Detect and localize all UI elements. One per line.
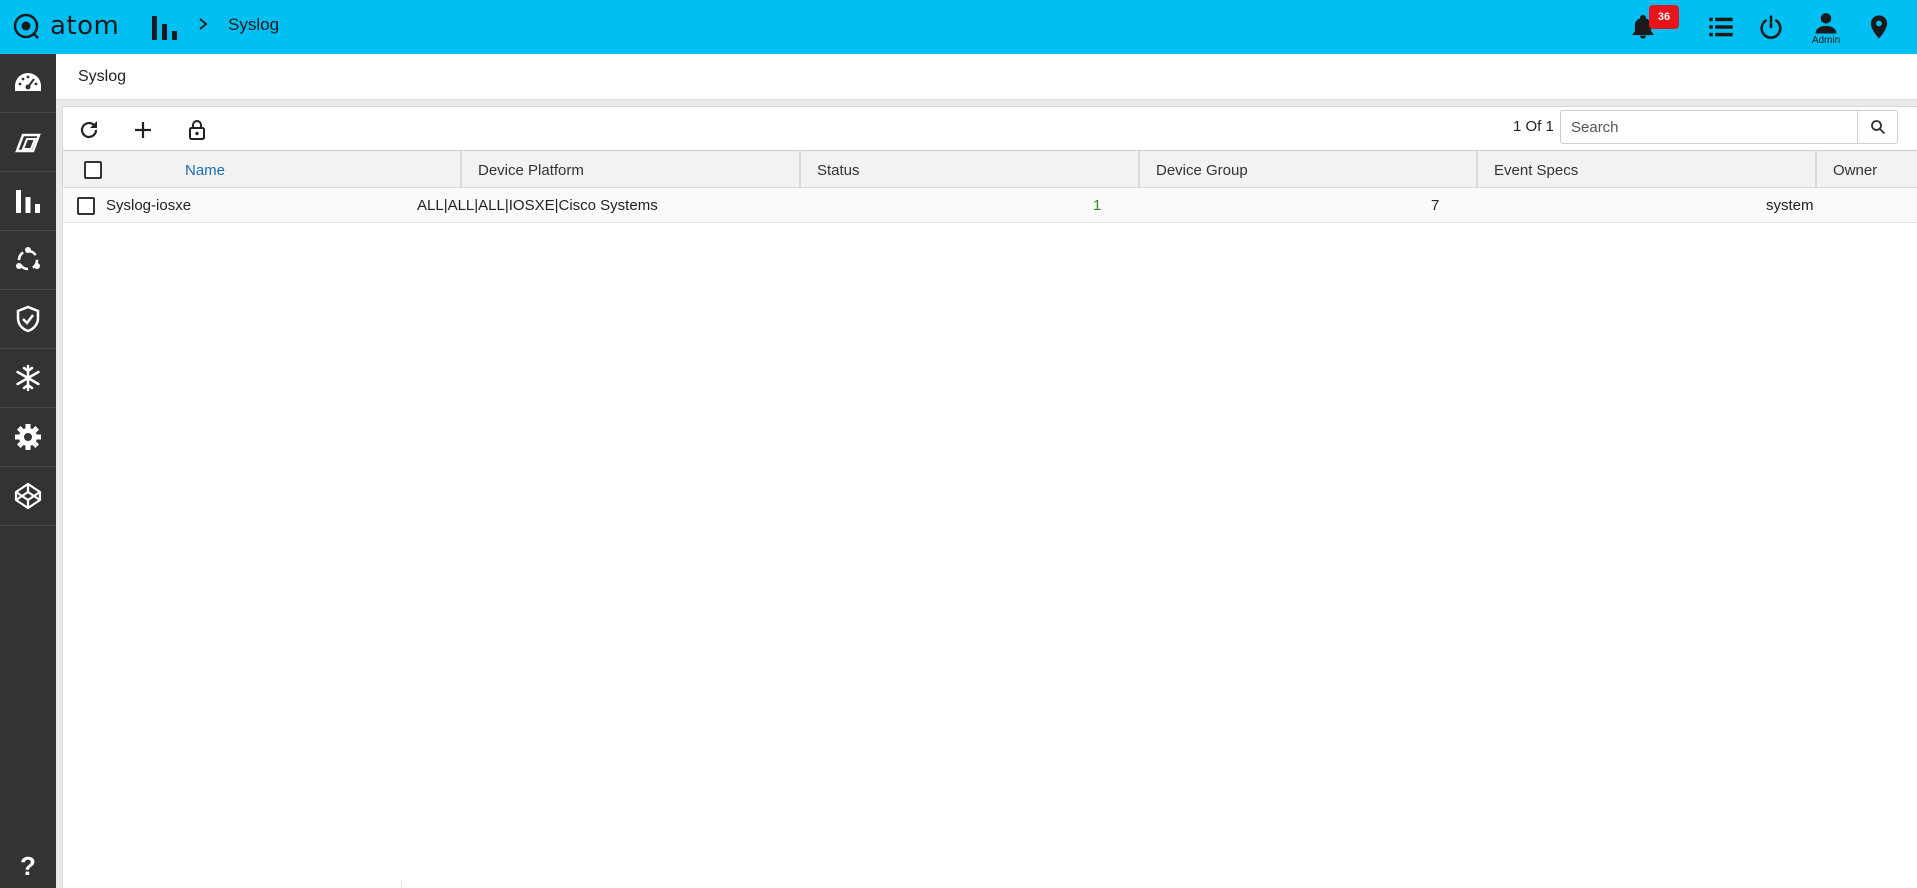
table-row[interactable]: Syslog-iosxe ALL|ALL|ALL|IOSXE|Cisco Sys…: [63, 188, 1917, 223]
search-icon: [1870, 120, 1885, 135]
page-header: Syslog: [56, 54, 1917, 100]
user-label: Admin: [1811, 35, 1841, 46]
row-checkbox[interactable]: [77, 196, 95, 215]
search-button[interactable]: [1858, 110, 1898, 144]
cell-event-specs: 7: [1431, 197, 1440, 214]
sidebar-item-dashboard[interactable]: [0, 54, 56, 113]
analytics-icon[interactable]: [150, 12, 180, 42]
table-header: Name Device Platform Status Device Group…: [63, 150, 1917, 189]
column-header-owner[interactable]: Owner: [1819, 151, 1917, 189]
column-header-device-group[interactable]: Device Group: [1142, 151, 1478, 189]
plus-icon: [135, 122, 151, 138]
atom-logo-icon: [13, 13, 39, 39]
sidebar-item-analytics[interactable]: [0, 172, 56, 231]
sidebar-item-devices[interactable]: [0, 113, 56, 172]
app-logo[interactable]: atom: [12, 11, 120, 41]
sidebar-item-integrations[interactable]: [0, 467, 56, 526]
cell-device-platform: ALL|ALL|ALL|IOSXE|Cisco Systems: [417, 197, 658, 214]
notification-badge: 36: [1649, 5, 1679, 29]
search-input[interactable]: [1560, 110, 1858, 144]
sidebar-item-network[interactable]: [0, 231, 56, 290]
sidebar-item-security[interactable]: [0, 290, 56, 349]
codepen-icon: [14, 482, 42, 510]
content-panel: 1 Of 1 Name Device Platform Status Devic…: [62, 106, 1917, 888]
devices-icon: [15, 133, 41, 153]
column-header-name[interactable]: Name: [123, 151, 462, 189]
power-icon[interactable]: [1757, 13, 1785, 41]
analytics-icon: [16, 190, 40, 213]
cell-owner: system: [1766, 197, 1814, 214]
add-button[interactable]: [127, 114, 159, 146]
user-icon[interactable]: [1812, 9, 1840, 37]
logo-text: atom: [50, 11, 120, 41]
gear-icon: [15, 424, 41, 450]
dashboard-icon: [15, 73, 41, 91]
select-all-checkbox[interactable]: [84, 161, 102, 179]
column-header-event-specs[interactable]: Event Specs: [1480, 151, 1817, 189]
pager-text: 1 Of 1: [1513, 118, 1554, 135]
shield-check-icon: [16, 305, 40, 333]
sidebar-item-automation[interactable]: [0, 349, 56, 408]
sidebar: ?: [0, 54, 56, 888]
lock-button[interactable]: [181, 114, 213, 146]
row-checkbox-cell: [77, 188, 97, 223]
refresh-button[interactable]: [73, 114, 105, 146]
help-icon[interactable]: ?: [0, 844, 56, 888]
list-icon[interactable]: [1707, 13, 1735, 41]
snowflake-icon: [16, 364, 40, 392]
column-header-status[interactable]: Status: [803, 151, 1140, 189]
column-divider: [401, 881, 402, 888]
network-icon: [16, 247, 40, 271]
location-pin-icon[interactable]: [1865, 13, 1893, 41]
column-header-device-platform[interactable]: Device Platform: [464, 151, 801, 189]
chevron-right-icon: [199, 18, 208, 30]
page-title: Syslog: [78, 68, 127, 85]
lock-icon: [189, 120, 205, 140]
sidebar-item-settings[interactable]: [0, 408, 56, 467]
top-bar: atom Syslog 36 Admin: [0, 0, 1917, 54]
cell-device-group[interactable]: 1: [1093, 188, 1101, 223]
select-all-cell: [63, 151, 123, 189]
breadcrumb: Syslog: [228, 15, 280, 34]
refresh-icon: [80, 121, 98, 139]
cell-name[interactable]: Syslog-iosxe: [106, 188, 191, 223]
